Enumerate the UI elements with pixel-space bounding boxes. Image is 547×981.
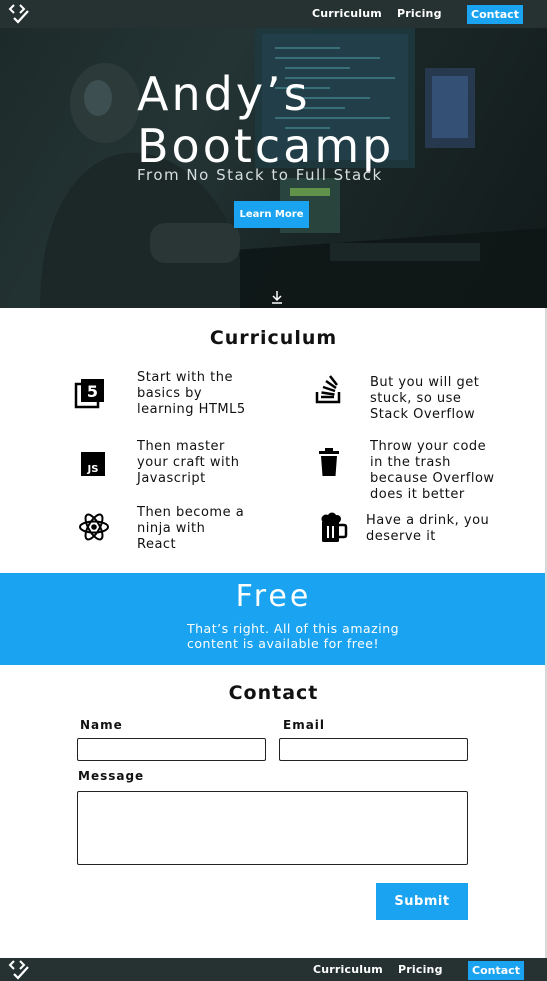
top-navbar: Curriculum Pricing Contact (0, 0, 547, 28)
contact-heading: Contact (228, 682, 319, 704)
hero-section: Andy’s Bootcamp From No Stack to Full St… (0, 28, 547, 308)
name-label: Name (80, 718, 123, 732)
free-description: That’s right. All of this amazing conten… (187, 621, 400, 651)
message-label: Message (78, 769, 145, 783)
email-input[interactable] (279, 738, 468, 761)
bottom-navbar: Curriculum Pricing Contact (0, 958, 547, 981)
name-input[interactable] (77, 738, 266, 761)
svg-text:5: 5 (87, 382, 98, 401)
free-heading: Free (235, 579, 312, 614)
beer-icon (321, 512, 348, 542)
free-section: Free That’s right. All of this amazing c… (0, 573, 547, 665)
javascript-icon: JS (81, 452, 105, 476)
stack-overflow-icon (315, 375, 341, 404)
curriculum-item-trash: Throw your code in the trash because Ove… (370, 439, 495, 502)
html5-icon: 5 (74, 379, 104, 409)
curriculum-item-react: Then become a ninja with React (137, 505, 245, 552)
curriculum-heading: Curriculum (209, 327, 338, 349)
nav-link-pricing[interactable]: Pricing (397, 7, 442, 20)
curriculum-item-javascript: Then master your craft with Javascript (137, 439, 240, 486)
hero-title-line-2: Bootcamp (137, 119, 395, 173)
nav-link-curriculum[interactable]: Curriculum (312, 7, 382, 20)
hero-title-line-1: Andy’s (137, 67, 311, 121)
footer-nav-link-pricing[interactable]: Pricing (398, 963, 443, 976)
footer-nav-link-curriculum[interactable]: Curriculum (313, 963, 383, 976)
hero-subtitle: From No Stack to Full Stack (137, 166, 383, 184)
nav-contact-button[interactable]: Contact (467, 5, 523, 24)
code-logo-icon[interactable] (8, 3, 32, 25)
svg-text:JS: JS (87, 464, 99, 475)
code-logo-icon[interactable] (8, 959, 32, 981)
react-icon (79, 513, 109, 541)
trash-icon (319, 448, 339, 476)
scroll-down-arrow-icon[interactable] (270, 290, 284, 304)
curriculum-item-beer: Have a drink, you deserve it (366, 513, 490, 544)
curriculum-item-html5: Start with the basics by learning HTML5 (137, 370, 246, 417)
hero-title: Andy’s Bootcamp (137, 68, 394, 172)
footer-contact-button[interactable]: Contact (468, 961, 524, 980)
curriculum-item-stack-overflow: But you will get stuck, so use Stack Ove… (370, 375, 480, 422)
message-textarea[interactable] (77, 791, 468, 865)
submit-button[interactable]: Submit (376, 883, 468, 920)
email-label: Email (283, 718, 326, 732)
learn-more-button[interactable]: Learn More (234, 201, 309, 228)
